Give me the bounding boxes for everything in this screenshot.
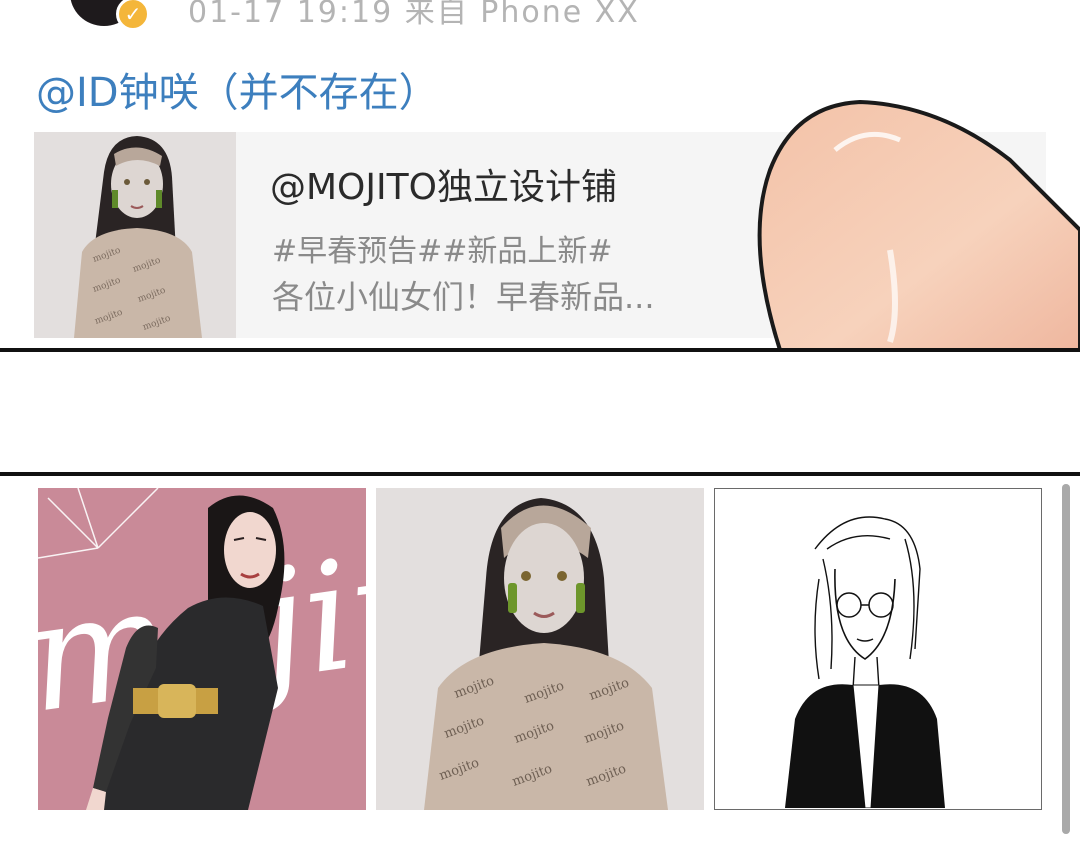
share-card-thumbnail: mojito mojito mojito mojito mojito mojit…: [34, 132, 236, 338]
share-card-account: @MOJITO独立设计铺: [270, 167, 617, 208]
share-card-excerpt: 各位小仙女们！早春新品...: [272, 278, 655, 316]
verified-badge-icon: ✓: [116, 0, 150, 31]
image-woman-lineart[interactable]: [714, 488, 1042, 810]
finger-illustration: [757, 99, 1080, 350]
mention-link[interactable]: @ID钟咲（并不存在）: [36, 60, 439, 118]
post-meta: 01-17 19:19 来自 Phone XX: [188, 0, 640, 30]
image-woman-black-dress[interactable]: mojito: [38, 488, 366, 810]
image-woman-mojito-top[interactable]: mojito mojito mojito mojito mojito mojit…: [376, 488, 704, 810]
scrollbar-thumb[interactable]: [1062, 484, 1070, 834]
image-grid: mojito mojito mojito mojito mojito mojit…: [0, 476, 1080, 844]
blank-panel: [0, 352, 1080, 472]
share-card-tags: #早春预告##新品上新#: [272, 234, 613, 269]
weibo-post-panel: ✓ 01-17 19:19 来自 Phone XX @ID钟咲（并不存在） mo…: [0, 0, 1080, 350]
